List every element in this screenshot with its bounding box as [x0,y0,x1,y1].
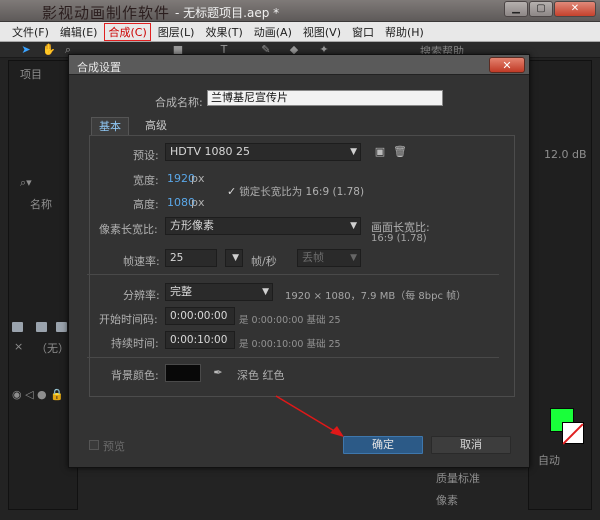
bg-color-swatch[interactable] [165,364,201,382]
preset-select[interactable]: HDTV 1080 25 ▼ [165,143,361,161]
drop-frame-select: 丢帧 ▼ [297,249,361,267]
menu-layer[interactable]: 图层(L) [154,23,199,41]
preview-label: 预览 [103,440,125,453]
maximize-button[interactable]: ▢ [529,1,553,17]
menu-view[interactable]: 视图(V) [299,23,345,41]
height-unit: px [191,196,205,209]
width-unit: px [191,172,205,185]
audio-db-value: 12.0 dB [544,148,587,161]
layer-switches-icon[interactable]: ◉ ◁ ● 🔒 [12,388,64,401]
frame-rate-unit: 帧/秒 [251,255,277,268]
bg-color-label: 背景颜色: [111,369,159,382]
name-column-header: 名称 [30,198,52,211]
project-search-icon[interactable]: ⌕▾ [20,176,32,190]
quality-label: 质量标准 [436,472,480,485]
preview-checkbox[interactable] [89,440,99,450]
eyedropper-icon[interactable]: ✒ [211,366,225,380]
resolution-select[interactable]: 完整 ▼ [165,283,273,301]
tab-basic[interactable]: 基本 [91,117,129,135]
new-comp-icon[interactable] [56,322,67,332]
resolution-label: 分辨率: [123,289,160,302]
pixel-aspect-label: 像素长宽比: [99,223,158,236]
watermark-text: 影视动画制作软件 [42,4,171,22]
save-preset-icon[interactable]: ▣ [373,145,387,159]
none-label: （无） [36,342,69,355]
selection-tool-icon[interactable]: ➤ [20,44,32,56]
drop-frame-value: 丢帧 [302,251,324,264]
section-divider [87,357,499,358]
dialog-close-button[interactable]: ✕ [489,57,525,73]
resolution-info: 1920 × 1080，7.9 MB（每 8bpc 帧） [285,291,467,302]
menu-bar: 文件(F) 编辑(E) 合成(C) 图层(L) 效果(T) 动画(A) 视图(V… [0,22,600,42]
window-title: - 无标题项目.aep * [175,6,280,20]
menu-window[interactable]: 窗口 [348,23,378,41]
pixel-aspect-select[interactable]: 方形像素 ▼ [165,217,361,235]
menu-composition[interactable]: 合成(C) [104,22,151,41]
bg-color-name: 深色 红色 [237,369,285,382]
start-timecode-label: 开始时间码: [99,313,158,326]
dialog-title: 合成设置 [77,61,121,74]
duration-info: 是 0:00:10:00 基础 25 [239,339,341,350]
menu-edit[interactable]: 编辑(E) [56,23,102,41]
comp-name-input[interactable]: 兰博基尼宣传片 [207,90,443,106]
width-label: 宽度: [133,174,159,187]
project-folder-icon[interactable] [12,322,23,332]
height-label: 高度: [133,198,159,211]
start-timecode-input[interactable]: 0:00:00:00 [165,307,235,325]
composition-settings-dialog: 合成设置 ✕ 合成名称: 兰博基尼宣传片 基本 高级 预设: HDTV 1080… [68,54,530,468]
chevron-down-icon: ▼ [232,253,239,263]
chevron-down-icon: ▼ [350,221,357,231]
chevron-down-icon: ▼ [350,147,357,157]
lock-aspect-checkbox[interactable]: ✓ 锁定长宽比为 16:9 (1.78) [227,184,364,199]
menu-file[interactable]: 文件(F) [8,23,53,41]
lock-aspect-label: 锁定长宽比为 16:9 (1.78) [239,186,365,198]
preset-label: 预设: [133,149,159,162]
frame-rate-label: 帧速率: [123,255,160,268]
dialog-title-bar: 合成设置 ✕ [69,55,529,75]
section-divider [87,274,499,275]
start-timecode-info: 是 0:00:00:00 基础 25 [239,315,341,326]
minimize-button[interactable]: ▁ [504,1,528,17]
pixel-aspect-value: 方形像素 [170,219,214,232]
chevron-down-icon: ▼ [262,287,269,297]
pixel-label: 像素 [436,494,458,507]
hand-tool-icon[interactable]: ✋ [42,44,56,56]
title-bar: 影视动画制作软件 - 无标题项目.aep * ▁ ▢ ✕ [0,0,600,22]
comp-name-label: 合成名称: [155,96,203,109]
new-folder-icon[interactable] [36,322,47,332]
close-icon[interactable]: × [14,340,23,353]
duration-label: 持续时间: [111,337,159,350]
frame-aspect-value: 16:9 (1.78) [371,233,427,244]
duration-input[interactable]: 0:00:10:00 [165,331,235,349]
auto-label: 自动 [538,454,560,467]
resolution-value: 完整 [170,285,192,298]
frame-rate-dropdown[interactable]: ▼ [225,249,243,267]
checkmark-icon: ✓ [227,185,237,198]
window-close-button[interactable]: ✕ [554,1,596,17]
preset-value: HDTV 1080 25 [170,145,250,158]
stroke-none-swatch[interactable] [562,422,584,444]
menu-help[interactable]: 帮助(H) [381,23,428,41]
cancel-button[interactable]: 取消 [431,436,511,454]
delete-preset-icon[interactable]: 🗑 [393,145,407,159]
frame-rate-input[interactable]: 25 [165,249,217,267]
project-panel-label: 项目 [20,68,42,81]
menu-animation[interactable]: 动画(A) [250,23,296,41]
tab-advanced[interactable]: 高级 [137,117,175,135]
chevron-down-icon: ▼ [350,253,357,263]
ok-button[interactable]: 确定 [343,436,423,454]
menu-effect[interactable]: 效果(T) [201,23,246,41]
